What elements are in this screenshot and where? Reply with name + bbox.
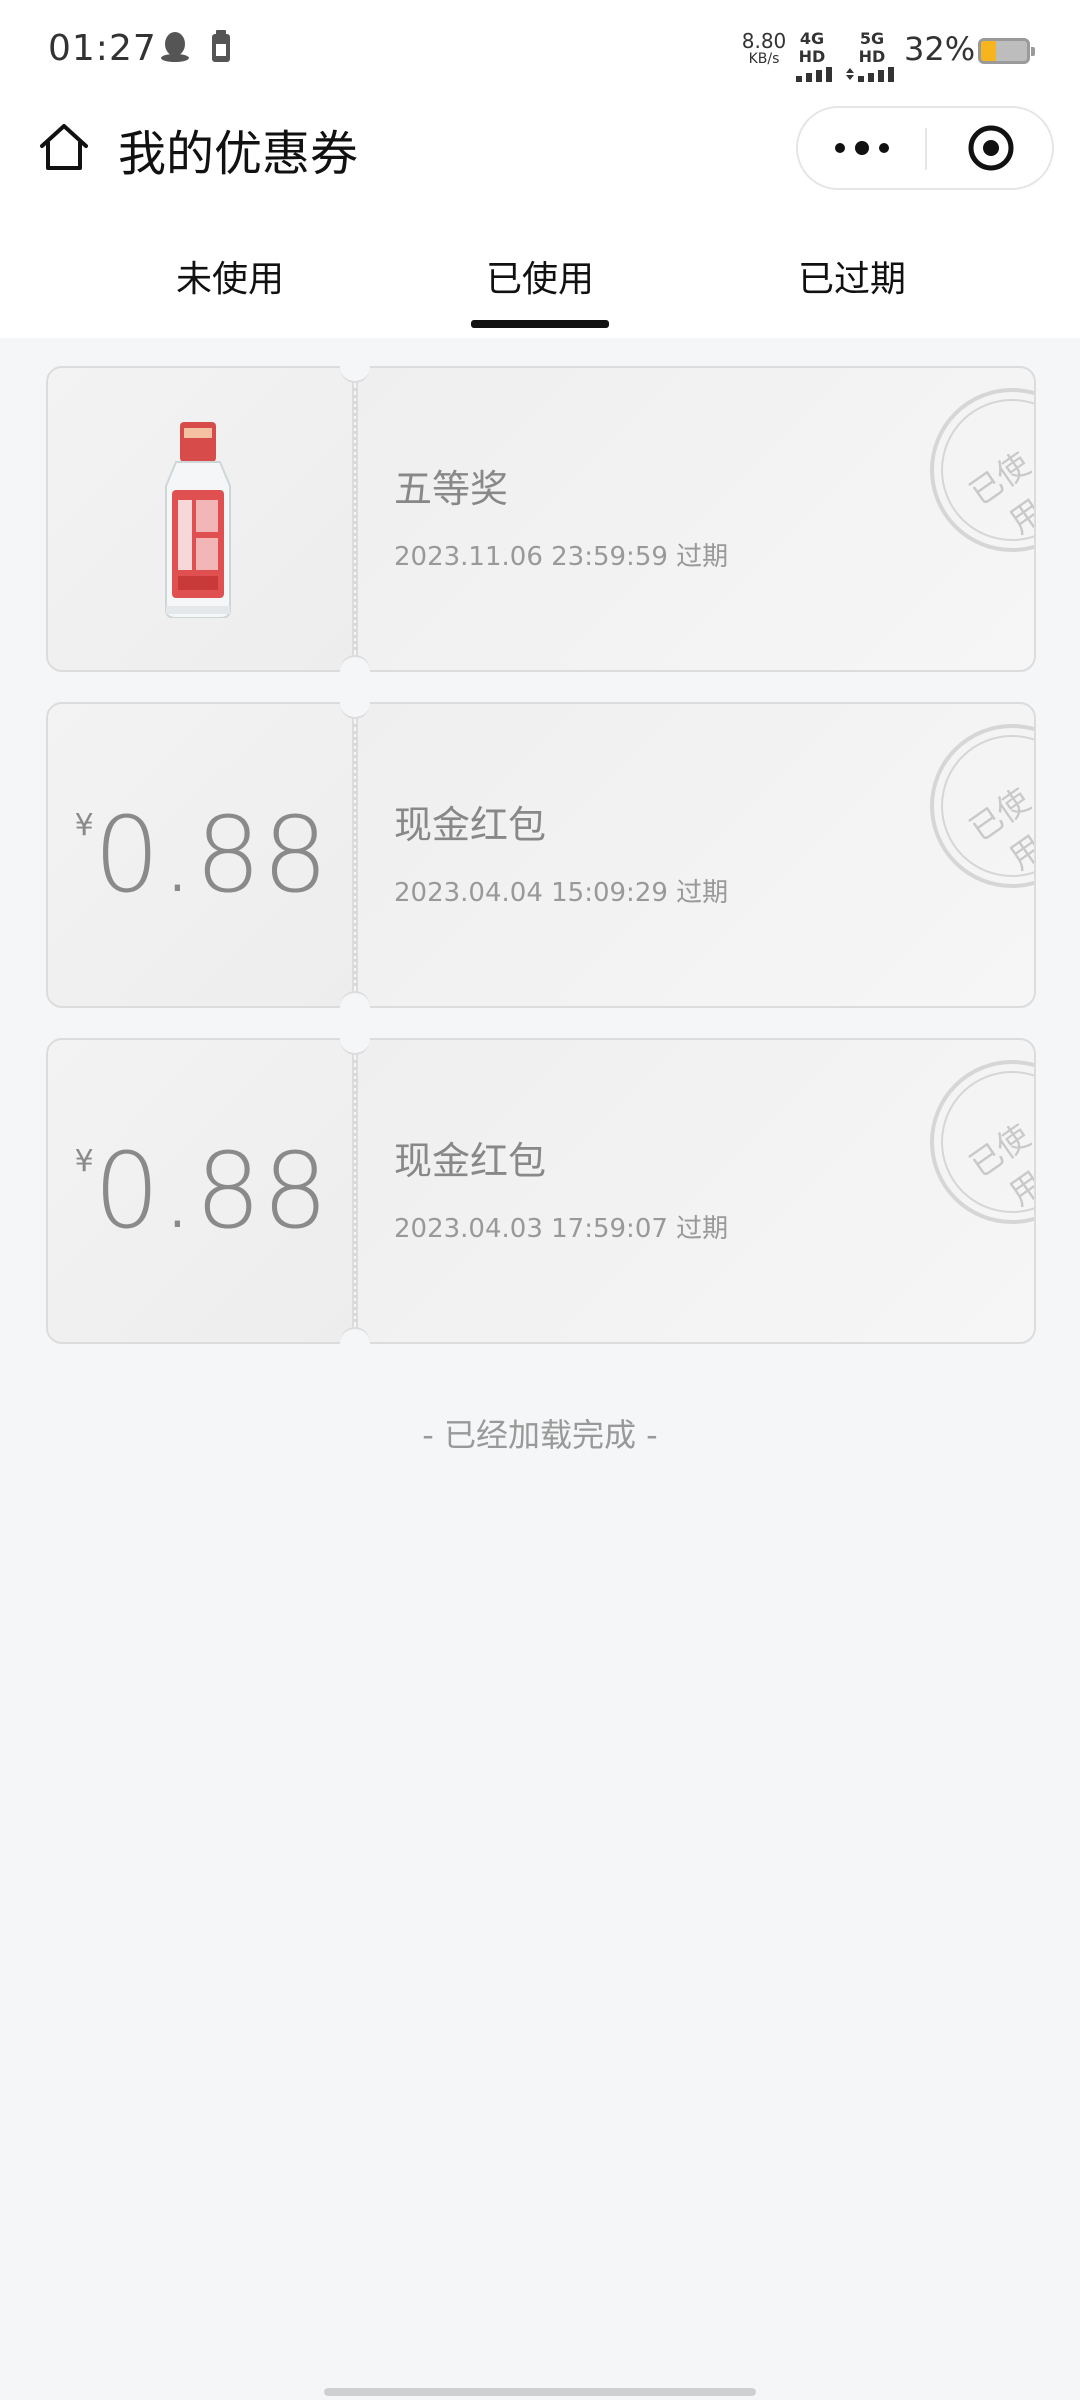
perforation-line [354, 388, 357, 650]
home-indicator[interactable] [324, 2388, 756, 2396]
signal-5g-label: 5G HD [858, 29, 886, 66]
coupon-right-panel: 现金红包 2023.04.04 15:09:29 过期 已使用 [356, 702, 1036, 1008]
more-dots-icon [854, 141, 869, 155]
perforation-line [354, 1060, 357, 1322]
coupon-card[interactable]: ¥0.88 现金红包 2023.04.03 17:59:07 过期 已使用 [46, 1023, 1036, 1359]
currency-symbol: ¥ [74, 1144, 94, 1179]
coupon-right-panel: 五等奖 2023.11.06 23:59:59 过期 已使用 [356, 366, 1036, 672]
used-stamp: 已使用 [928, 1058, 1034, 1226]
coupon-name: 现金红包 [394, 803, 547, 847]
coupon-left-panel: ¥0.88 [46, 1038, 354, 1344]
notch [340, 687, 370, 719]
nav-bar: 我的优惠券 [0, 100, 1080, 200]
tab-bar: 未使用 已使用 已过期 [0, 200, 1080, 338]
target-close-icon [968, 125, 1013, 171]
coupon-left-panel: ¥0.88 [46, 702, 354, 1008]
close-button[interactable] [927, 108, 1054, 188]
amount-value: 0.88 [93, 794, 330, 916]
penguin-notification-icon [161, 32, 189, 62]
coupon-name: 现金红包 [394, 1139, 547, 1183]
signal-4g-label: 4G HD [798, 29, 826, 66]
signal-4g: 4G HD [784, 30, 840, 86]
signal-5g: 5G HD [844, 30, 900, 86]
coupon-right-panel: 现金红包 2023.04.03 17:59:07 过期 已使用 [356, 1038, 1036, 1344]
tab-expired[interactable]: 已过期 [702, 250, 1002, 302]
coupon-amount: ¥0.88 [62, 794, 342, 916]
coupon-left-panel [46, 366, 354, 672]
more-button[interactable] [798, 108, 925, 188]
notch [340, 1023, 370, 1055]
coupon-card[interactable]: 五等奖 2023.11.06 23:59:59 过期 已使用 [46, 351, 1036, 687]
tab-unused[interactable]: 未使用 [80, 250, 380, 302]
used-stamp: 已使用 [928, 722, 1034, 890]
list-end-text: - 已经加载完成 - [422, 1416, 658, 1454]
signal-bars-icon [796, 67, 832, 82]
tab-used[interactable]: 已使用 [390, 250, 690, 302]
battery-icon [978, 38, 1035, 64]
more-dots-icon [878, 143, 889, 153]
page-title: 我的优惠券 [118, 126, 359, 182]
more-dots-icon [834, 143, 845, 153]
liquor-bottle-image [165, 422, 231, 618]
notch [340, 655, 370, 687]
notch [340, 991, 370, 1023]
notch [340, 1327, 370, 1359]
mini-program-capsule [796, 106, 1054, 190]
coupon-expiry: 2023.04.04 15:09:29 过期 [394, 878, 729, 908]
currency-symbol: ¥ [74, 808, 94, 843]
battery-percent: 32% [904, 30, 976, 68]
coupon-card[interactable]: ¥0.88 现金红包 2023.04.04 15:09:29 过期 已使用 [46, 687, 1036, 1023]
sim-card-icon [212, 30, 230, 62]
coupon-amount: ¥0.88 [62, 1130, 342, 1252]
notch [340, 351, 370, 383]
status-time: 01:27 [48, 28, 157, 69]
perforation-line [354, 724, 357, 986]
signal-bars-icon [846, 67, 894, 82]
coupon-expiry: 2023.04.03 17:59:07 过期 [394, 1214, 729, 1244]
amount-value: 0.88 [93, 1130, 330, 1252]
coupon-expiry: 2023.11.06 23:59:59 过期 [394, 542, 729, 572]
used-stamp: 已使用 [928, 386, 1034, 554]
home-icon[interactable] [36, 118, 92, 174]
status-bar: 01:27 8.80 KB/s 4G HD 5G HD 32% [0, 0, 1080, 100]
active-tab-indicator [471, 320, 609, 328]
coupon-name: 五等奖 [394, 467, 509, 511]
